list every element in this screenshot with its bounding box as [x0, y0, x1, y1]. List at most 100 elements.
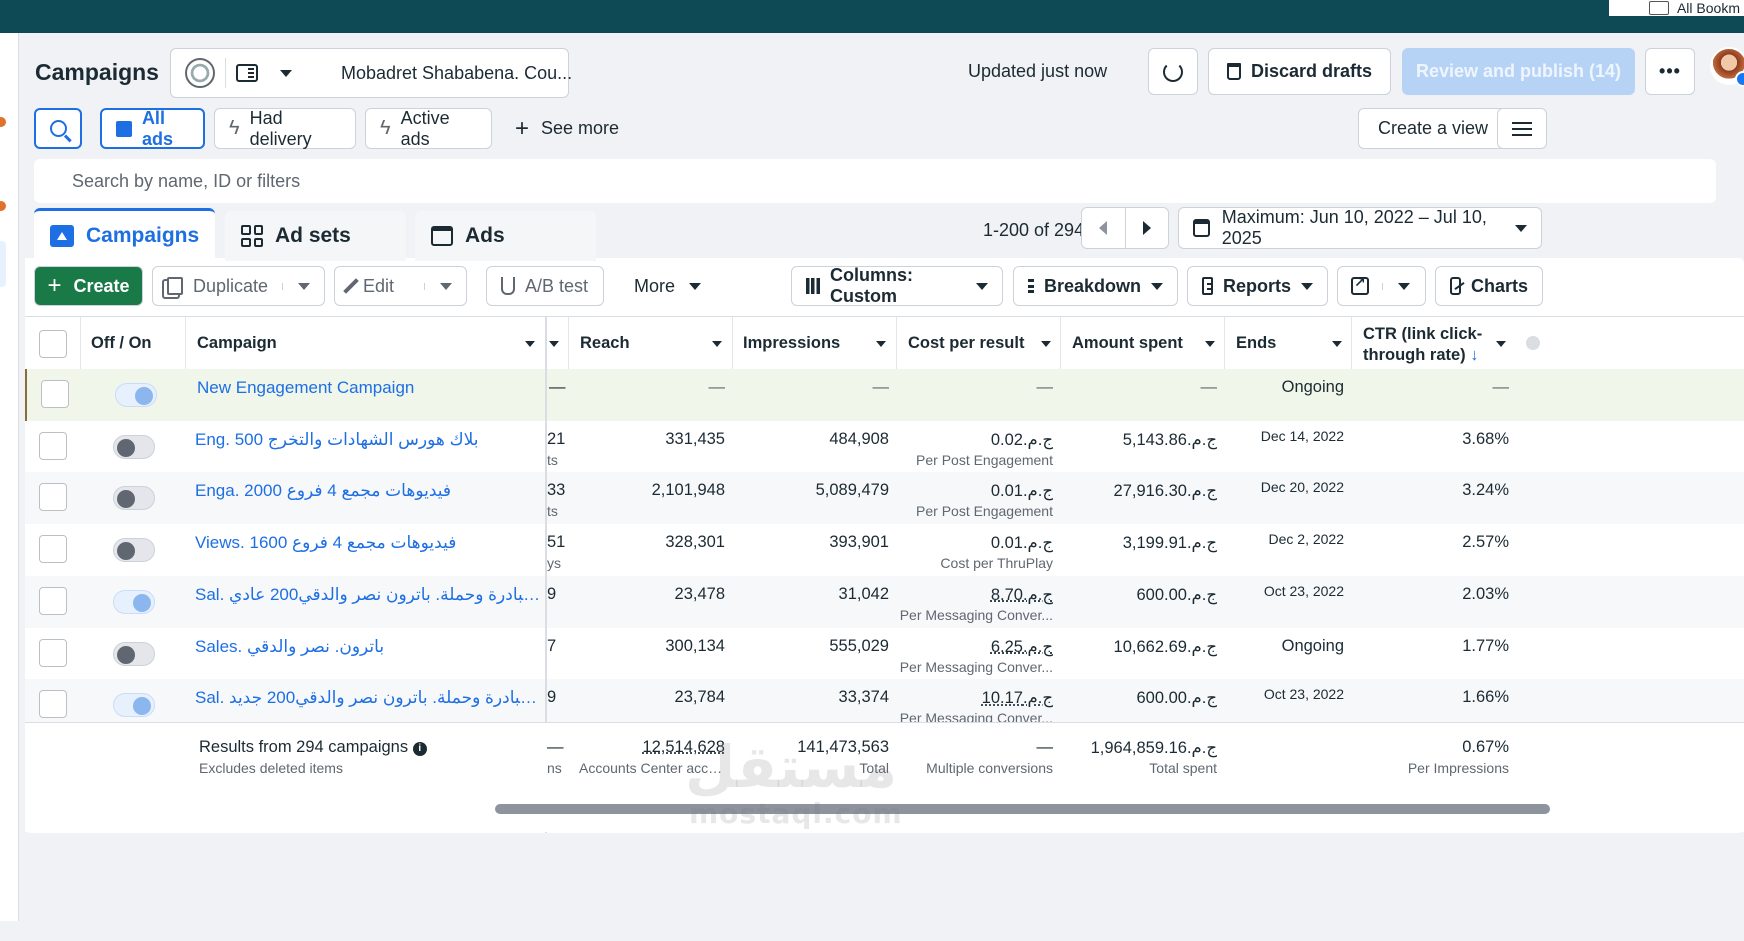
see-more-filters[interactable]: + See more [515, 114, 620, 142]
nav-active-marker[interactable] [0, 241, 6, 287]
header-ctr-line1[interactable]: CTR (link click- [1363, 325, 1482, 344]
campaign-name-link[interactable]: Sal. ت مبادرة وحملة. باترون نصر والدقي20… [195, 688, 545, 708]
campaign-toggle[interactable] [113, 434, 155, 459]
divider [568, 317, 569, 369]
table-row[interactable]: Views. 1600 فيديوهات مجمع 4 فروع 51 ys 328,… [25, 524, 1744, 576]
pencil-icon [343, 278, 359, 294]
row-checkbox[interactable] [39, 483, 67, 512]
refresh-button[interactable] [1148, 48, 1198, 95]
next-page-button[interactable] [1126, 208, 1169, 248]
select-all-checkbox[interactable] [39, 330, 67, 358]
campaign-name-link[interactable]: Sales. باترون. نصر والدقي [195, 637, 545, 657]
search-input[interactable] [34, 159, 1716, 203]
header-reach[interactable]: Reach [580, 334, 630, 353]
tab-campaigns[interactable]: Campaigns [34, 208, 215, 261]
sort-caret-icon[interactable] [1041, 341, 1051, 347]
search-button[interactable] [34, 108, 82, 149]
row-checkbox[interactable] [39, 638, 67, 667]
tab-ads[interactable]: Ads [415, 211, 596, 261]
campaign-toggle[interactable] [113, 538, 155, 563]
tab-ad-sets[interactable]: Ad sets [225, 211, 406, 261]
table-header-row: Off / On Campaign Reach Impressions Cost… [25, 316, 1744, 370]
campaign-name-link[interactable]: New Engagement Campaign [197, 378, 547, 398]
header-cost-per-result[interactable]: Cost per result [908, 334, 1024, 353]
sort-caret-icon[interactable] [1205, 341, 1215, 347]
filter-active-ads[interactable]: ϟ Active ads [365, 108, 492, 149]
table-row[interactable]: Sales. باترون. نصر والدقي 7 300,134 555,029… [25, 628, 1744, 680]
row-checkbox[interactable] [39, 535, 67, 564]
nav-notification-dot [0, 201, 6, 211]
ab-test-button[interactable]: A/B test [486, 266, 604, 306]
row-checkbox[interactable] [41, 380, 69, 408]
sort-caret-icon[interactable] [1332, 341, 1342, 347]
header-amount-spent[interactable]: Amount spent [1072, 334, 1183, 353]
row-checkbox[interactable] [39, 690, 67, 719]
campaign-name-link[interactable]: Enga. 2000 فيديوهات مجمع 4 فروع [195, 481, 545, 501]
see-more-label: See more [541, 118, 620, 138]
sort-caret-icon[interactable] [712, 341, 722, 347]
duplicate-button[interactable]: Duplicate [153, 276, 282, 297]
table-row[interactable]: New Engagement Campaign — — — — — Ongoing — [25, 369, 1744, 421]
edit-button[interactable]: Edit [335, 276, 424, 297]
date-range-picker[interactable]: Maximum: Jun 10, 2022 – Jul 10, 2025 [1178, 207, 1542, 249]
create-view-button[interactable]: Create a view [1358, 108, 1508, 149]
filter-all-ads[interactable]: All ads [100, 108, 205, 149]
more-actions-menu[interactable]: More [634, 266, 702, 306]
clipped-value: 33 [547, 481, 566, 500]
table-settings-button[interactable] [1497, 108, 1547, 149]
more-options-button[interactable]: ••• [1645, 48, 1695, 95]
header-campaign[interactable]: Campaign [197, 334, 277, 353]
columns-icon [806, 278, 821, 294]
sort-caret-icon[interactable] [525, 341, 535, 347]
add-column-icon[interactable] [1526, 336, 1540, 350]
sort-caret-icon[interactable] [876, 341, 886, 347]
info-icon[interactable]: i [412, 742, 427, 756]
account-selector[interactable]: Mobadret Shababena. Cou... [170, 48, 572, 98]
discard-drafts-button[interactable]: Discard drafts [1208, 48, 1391, 95]
campaign-toggle[interactable] [115, 383, 157, 407]
reports-button[interactable]: Reports [1187, 266, 1328, 306]
row-checkbox[interactable] [39, 586, 67, 615]
edit-menu-button[interactable] [424, 282, 466, 290]
charts-button[interactable]: Charts [1435, 266, 1543, 306]
review-publish-button[interactable]: Review and publish (14) [1402, 48, 1635, 95]
campaign-toggle[interactable] [113, 589, 155, 614]
campaign-toggle[interactable] [113, 486, 155, 511]
duplicate-menu-button[interactable] [282, 282, 324, 290]
sort-caret-icon[interactable] [549, 341, 559, 347]
create-button[interactable]: + Create [34, 266, 143, 306]
plus-icon: + [515, 114, 530, 142]
campaign-name-link[interactable]: Sal. ت مبادرة وحملة. باترون نصر والدقي20… [195, 585, 545, 605]
filter-had-delivery[interactable]: ϟ Had delivery [214, 108, 356, 149]
table-row[interactable]: Eng. 500 بلاك هورس الشهادات والتخرج 21 ts 3… [25, 421, 1744, 473]
breakdown-label: Breakdown [1043, 275, 1141, 296]
export-button[interactable] [1338, 274, 1382, 295]
header-ends[interactable]: Ends [1236, 334, 1276, 353]
campaign-name-link[interactable]: Eng. 500 بلاك هورس الشهادات والتخرج [195, 430, 545, 450]
ctr-value: — [1492, 378, 1510, 396]
row-checkbox[interactable] [39, 431, 67, 460]
search-bar[interactable] [34, 159, 1716, 203]
header-impressions[interactable]: Impressions [743, 334, 840, 353]
export-menu-button[interactable] [1382, 282, 1425, 290]
prev-page-button[interactable] [1082, 208, 1126, 248]
header-ctr-line2[interactable]: through rate) ↓ [1363, 346, 1479, 365]
bookmarks-bar[interactable]: All Bookm [1608, 0, 1744, 16]
refresh-icon [1163, 61, 1183, 82]
amount-spent-value: ج.م.5,143.86 [1122, 430, 1217, 449]
campaign-name-link[interactable]: Views. 1600 فيديوهات مجمع 4 فروع [195, 533, 545, 553]
columns-button[interactable]: Columns: Custom [791, 265, 1003, 306]
chevron-right-icon [1142, 221, 1151, 235]
table-row[interactable]: Enga. 2000 فيديوهات مجمع 4 فروع 33 ts 2,101… [25, 472, 1744, 525]
reach-value: 23,478 [674, 584, 725, 603]
horizontal-scrollbar[interactable] [495, 804, 1550, 814]
reports-icon [1202, 277, 1213, 295]
ctr-value: 3.68% [1462, 429, 1509, 448]
sort-caret-icon[interactable] [1496, 341, 1506, 347]
campaign-toggle[interactable] [113, 641, 155, 666]
campaign-toggle[interactable] [113, 693, 155, 718]
table-row[interactable]: Sal. ت مبادرة وحملة. باترون نصر والدقي20… [25, 575, 1744, 628]
header-off-on[interactable]: Off / On [91, 334, 152, 353]
summary-cost-sub: Multiple conversions [926, 760, 1053, 776]
breakdown-button[interactable]: Breakdown [1013, 266, 1178, 306]
